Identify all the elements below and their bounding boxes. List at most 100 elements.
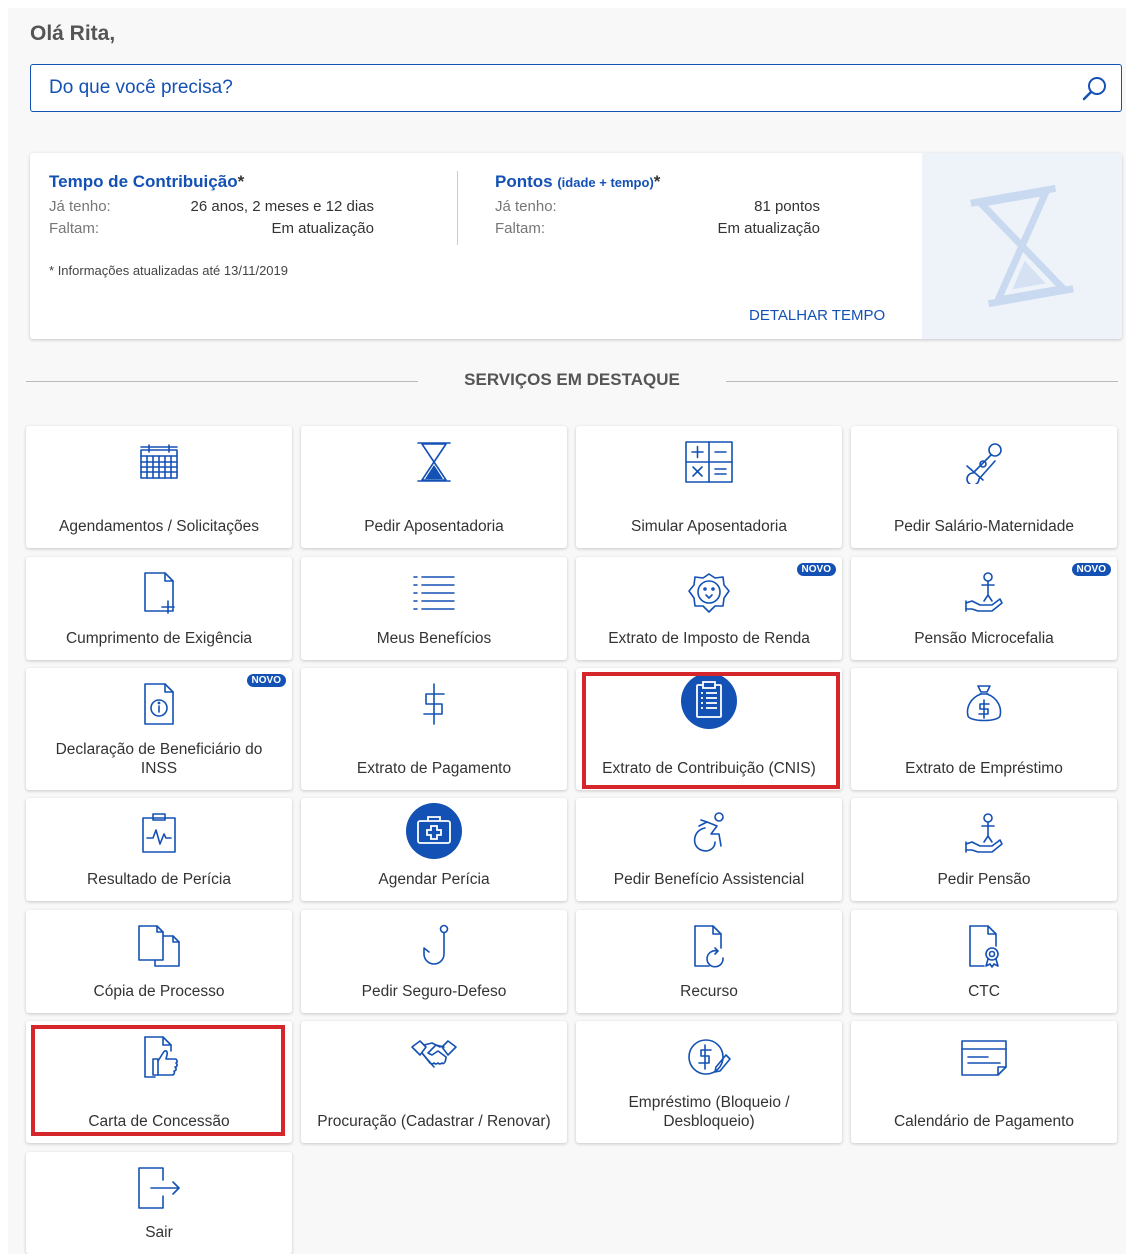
tempo-faltam-value: Em atualização — [271, 220, 374, 237]
service-tile-extrato-de-contribuicao-cnis[interactable]: Extrato de Contribuição (CNIS) — [576, 668, 842, 790]
service-tile-emprestimo-bloqueio-desbloqueio[interactable]: Empréstimo (Bloqueio / Desbloqueio) — [576, 1021, 842, 1143]
page: Olá Rita, Tempo de Contribuição* Já tenh… — [8, 8, 1126, 1254]
dollar-icon — [404, 682, 464, 726]
new-badge: NOVO — [796, 563, 836, 576]
hourglass-icon — [404, 440, 464, 484]
service-tile-pedir-pensao[interactable]: Pedir Pensão — [851, 798, 1117, 901]
pontos-ja-tenho-value: 81 pontos — [754, 198, 820, 215]
service-tile-label: Carta de Concessão — [88, 1113, 230, 1130]
service-tile-label: Extrato de Contribuição (CNIS) — [602, 760, 816, 777]
service-tile-label: Pedir Seguro-Defeso — [361, 983, 507, 1000]
service-tile-label: Extrato de Imposto de Renda — [608, 630, 810, 647]
tempo-faltam-label: Faltam: — [49, 220, 100, 237]
service-tile-label: Pedir Salário-Maternidade — [893, 518, 1075, 535]
service-tile-pedir-salario-maternidade[interactable]: Pedir Salário-Maternidade — [851, 426, 1117, 548]
wheelchair-icon — [679, 812, 739, 856]
service-tile-carta-de-concessao[interactable]: Carta de Concessão — [26, 1021, 292, 1143]
service-tile-label: Pedir Benefício Assistencial — [613, 871, 805, 888]
tempo-ja-tenho-label: Já tenho: — [49, 198, 111, 215]
service-tile-pedir-beneficio-assistencial[interactable]: Pedir Benefício Assistencial — [576, 798, 842, 901]
certificate-icon — [954, 924, 1014, 968]
calculator-icon — [679, 440, 739, 484]
service-tile-label: Declaração de Beneficiário do INSS — [55, 741, 263, 777]
money-bag-icon — [954, 682, 1014, 726]
pontos-title: Pontos (idade + tempo)* — [495, 172, 661, 191]
service-tile-label: Empréstimo (Bloqueio / Desbloqueio) — [628, 1094, 790, 1130]
service-tile-cumprimento-de-exigencia[interactable]: Cumprimento de Exigência — [26, 557, 292, 660]
service-tile-simular-aposentadoria[interactable]: Simular Aposentadoria — [576, 426, 842, 548]
clipboard-icon — [679, 672, 739, 730]
search-input[interactable] — [31, 65, 1061, 111]
hourglass-decoration — [922, 153, 1122, 339]
hand-person-icon — [954, 571, 1014, 615]
document-info-icon — [129, 682, 189, 726]
service-tile-meus-beneficios[interactable]: Meus Benefícios — [301, 557, 567, 660]
service-tile-ctc[interactable]: CTC — [851, 910, 1117, 1013]
new-badge: NOVO — [246, 674, 286, 687]
service-tile-label: CTC — [968, 983, 1000, 1000]
section-header: SERVIÇOS EM DESTAQUE — [26, 370, 1118, 392]
service-tile-calendario-de-pagamento[interactable]: Calendário de Pagamento — [851, 1021, 1117, 1143]
tempo-title: Tempo de Contribuição* — [49, 172, 245, 191]
service-tile-label: Simular Aposentadoria — [631, 518, 787, 535]
service-tile-sair[interactable]: Sair — [26, 1152, 292, 1254]
document-refresh-icon — [679, 924, 739, 968]
service-tile-label: Extrato de Pagamento — [356, 760, 512, 777]
service-tile-label: Agendar Perícia — [378, 871, 490, 888]
service-tile-label: Extrato de Empréstimo — [905, 760, 1063, 777]
service-tile-label: Pedir Aposentadoria — [364, 518, 504, 535]
logout-icon — [129, 1166, 189, 1210]
service-tile-label: Cumprimento de Exigência — [65, 630, 253, 647]
new-badge: NOVO — [1071, 563, 1111, 576]
service-tile-label: Cópia de Processo — [93, 983, 225, 1000]
service-tile-procuracao-cadastrar-renovar[interactable]: Procuração (Cadastrar / Renovar) — [301, 1021, 567, 1143]
service-tile-agendar-pericia[interactable]: Agendar Perícia — [301, 798, 567, 901]
detail-time-link[interactable]: DETALHAR TEMPO — [749, 307, 885, 324]
section-line-right — [726, 381, 1118, 382]
service-tile-pedir-aposentadoria[interactable]: Pedir Aposentadoria — [301, 426, 567, 548]
search-icon — [1081, 75, 1109, 103]
service-tile-extrato-de-imposto-de-renda[interactable]: Extrato de Imposto de Renda NOVO — [576, 557, 842, 660]
copy-document-icon — [129, 924, 189, 968]
calendar-icon — [129, 440, 189, 484]
medical-chart-icon — [129, 812, 189, 856]
list-icon — [404, 571, 464, 615]
service-tile-label: Resultado de Perícia — [87, 871, 231, 888]
document-add-icon — [129, 571, 189, 615]
hand-person-icon — [954, 812, 1014, 856]
service-tile-resultado-de-pericia[interactable]: Resultado de Perícia — [26, 798, 292, 901]
pontos-ja-tenho-label: Já tenho: — [495, 198, 557, 215]
contribution-card: Tempo de Contribuição* Já tenho: 26 anos… — [30, 153, 1122, 339]
service-tile-extrato-de-emprestimo[interactable]: Extrato de Empréstimo — [851, 668, 1117, 790]
handshake-icon — [404, 1035, 464, 1079]
pontos-faltam-value: Em atualização — [717, 220, 820, 237]
tempo-ja-tenho-value: 26 anos, 2 meses e 12 dias — [190, 198, 374, 215]
payment-calendar-icon — [954, 1035, 1014, 1079]
service-tile-pensao-microcefalia[interactable]: Pensão Microcefalia NOVO — [851, 557, 1117, 660]
service-tile-extrato-de-pagamento[interactable]: Extrato de Pagamento — [301, 668, 567, 790]
pacifier-icon — [954, 440, 1014, 484]
hourglass-watermark-icon — [957, 181, 1087, 311]
card-divider — [457, 171, 458, 245]
service-tile-label: Pensão Microcefalia — [914, 630, 1054, 647]
search-bar — [30, 64, 1122, 112]
fishhook-icon — [404, 924, 464, 968]
service-tile-copia-de-processo[interactable]: Cópia de Processo — [26, 910, 292, 1013]
search-button[interactable] — [1079, 73, 1111, 105]
service-tile-label: Procuração (Cadastrar / Renovar) — [317, 1113, 551, 1130]
service-tile-label: Meus Benefícios — [376, 630, 492, 647]
update-note: * Informações atualizadas até 13/11/2019 — [49, 263, 288, 278]
lion-icon — [679, 571, 739, 615]
service-tile-label: Recurso — [680, 983, 738, 1000]
greeting: Olá Rita, — [30, 22, 116, 45]
pontos-faltam-label: Faltam: — [495, 220, 546, 237]
service-tile-pedir-seguro-defeso[interactable]: Pedir Seguro-Defeso — [301, 910, 567, 1013]
dollar-edit-icon — [679, 1035, 739, 1079]
service-tile-label: Pedir Pensão — [937, 871, 1031, 888]
service-tile-agendamentos-solicitacoes[interactable]: Agendamentos / Solicitações — [26, 426, 292, 548]
service-tile-label: Agendamentos / Solicitações — [59, 518, 259, 535]
service-tile-declaracao-de-beneficiario-do-inss[interactable]: Declaração de Beneficiário do INSS NOVO — [26, 668, 292, 790]
service-tile-recurso[interactable]: Recurso — [576, 910, 842, 1013]
document-thumbs-up-icon — [129, 1035, 189, 1079]
medical-kit-icon — [404, 802, 464, 860]
